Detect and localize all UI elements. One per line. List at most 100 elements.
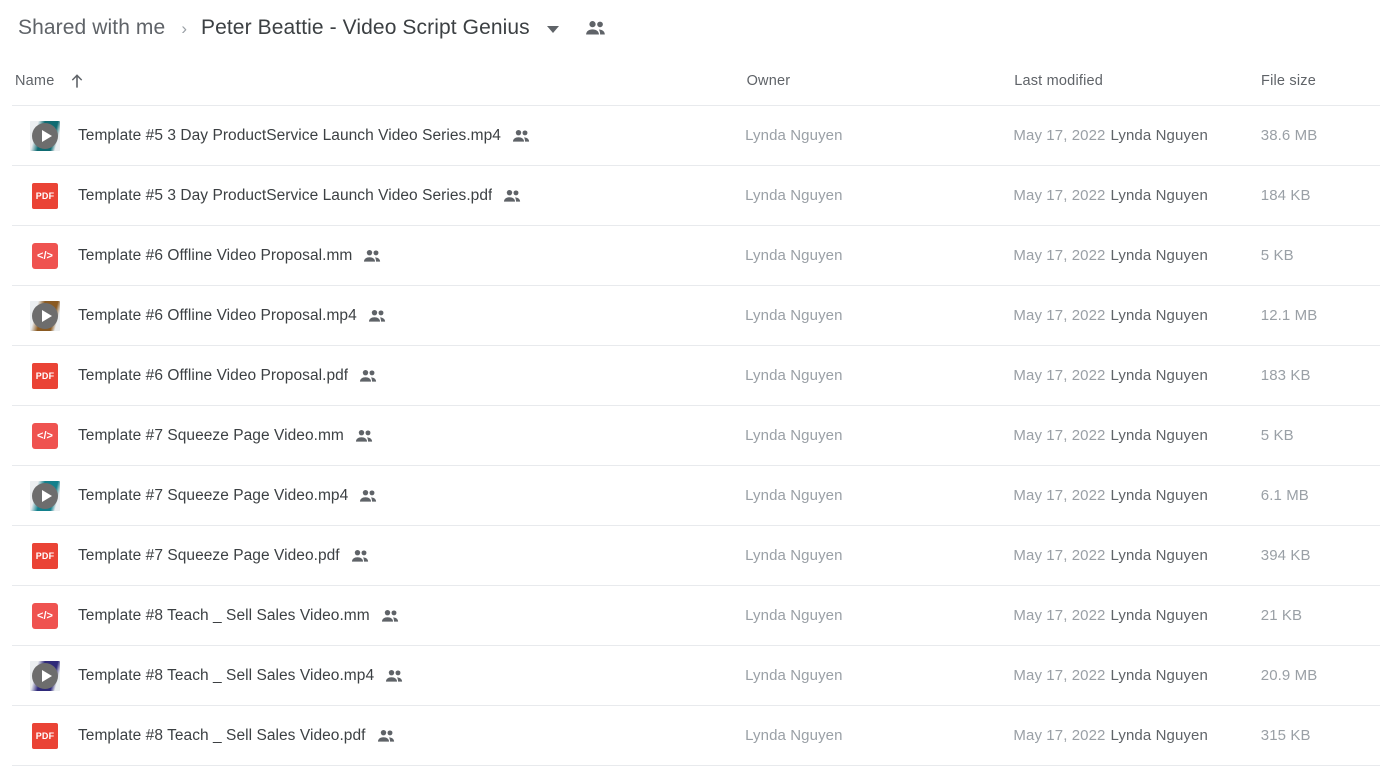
file-name-label: Template #6 Offline Video Proposal.mm	[78, 246, 353, 264]
file-owner-cell: Lynda Nguyen	[745, 247, 843, 264]
video-file-icon	[30, 300, 60, 331]
file-modified-date: May 17, 2022	[1013, 607, 1106, 624]
shared-people-icon	[355, 429, 374, 443]
breadcrumb: Shared with me › Peter Beattie - Video S…	[0, 0, 1388, 56]
file-name-cell[interactable]: </> Template #7 Squeeze Page Video.mm	[12, 422, 745, 449]
file-modified-date: May 17, 2022	[1013, 187, 1106, 204]
file-modified-date: May 17, 2022	[1013, 727, 1106, 744]
pdf-file-icon: PDF	[32, 722, 58, 749]
shared-people-icon	[503, 189, 522, 203]
file-size-cell: 315 KB	[1260, 727, 1311, 744]
file-name-label: Template #7 Squeeze Page Video.mp4	[78, 486, 349, 504]
file-size-cell: 20.9 MB	[1260, 667, 1318, 684]
code-file-icon-label: </>	[37, 429, 53, 442]
file-size-cell: 6.1 MB	[1260, 487, 1309, 504]
table-row[interactable]: PDF Template #8 Teach _ Sell Sales Video.…	[12, 706, 1380, 766]
pdf-file-icon-label: PDF	[35, 190, 55, 201]
pdf-file-icon: PDF	[32, 362, 58, 389]
file-last-modified-cell: May 17, 2022 Lynda Nguyen	[1013, 427, 1260, 444]
table-row[interactable]: </> Template #6 Offline Video Proposal.mm…	[12, 226, 1380, 286]
column-header-name-label: Name	[15, 72, 55, 89]
file-modified-by: Lynda Nguyen	[1110, 127, 1208, 144]
file-modified-by: Lynda Nguyen	[1110, 727, 1208, 744]
file-modified-by: Lynda Nguyen	[1110, 607, 1208, 624]
file-name-cell[interactable]: Template #5 3 Day ProductService Launch …	[12, 120, 745, 151]
file-size-cell: 394 KB	[1260, 547, 1311, 564]
table-row[interactable]: </> Template #7 Squeeze Page Video.mm Lynd…	[12, 406, 1380, 466]
file-name-cell[interactable]: </> Template #8 Teach _ Sell Sales Video.…	[12, 602, 745, 629]
file-owner-cell: Lynda Nguyen	[745, 187, 843, 204]
file-name-label: Template #6 Offline Video Proposal.pdf	[78, 366, 349, 384]
breadcrumb-root-link[interactable]: Shared with me	[18, 16, 165, 40]
file-modified-date: May 17, 2022	[1013, 307, 1106, 324]
file-modified-date: May 17, 2022	[1013, 247, 1106, 264]
shared-people-icon	[363, 249, 382, 263]
column-header-last-modified[interactable]: Last modified	[1014, 73, 1261, 89]
file-list: Template #5 3 Day ProductService Launch …	[0, 106, 1388, 766]
pdf-file-icon-label: PDF	[35, 550, 55, 561]
arrow-up-icon[interactable]	[70, 73, 84, 89]
file-modified-by: Lynda Nguyen	[1110, 547, 1208, 564]
file-modified-by: Lynda Nguyen	[1110, 247, 1208, 264]
breadcrumb-current-folder[interactable]: Peter Beattie - Video Script Genius	[201, 16, 530, 40]
file-owner-cell: Lynda Nguyen	[745, 307, 843, 324]
breadcrumb-separator-icon: ›	[181, 18, 187, 38]
file-owner-cell: Lynda Nguyen	[745, 427, 843, 444]
file-owner-cell: Lynda Nguyen	[745, 127, 843, 144]
table-row[interactable]: </> Template #8 Teach _ Sell Sales Video.…	[12, 586, 1380, 646]
file-size-cell: 183 KB	[1260, 367, 1311, 384]
video-file-icon	[30, 660, 60, 691]
file-name-label: Template #6 Offline Video Proposal.mp4	[78, 306, 357, 324]
file-name-cell[interactable]: Template #6 Offline Video Proposal.mp4	[12, 300, 745, 331]
shared-people-icon	[381, 609, 400, 623]
code-file-icon: </>	[32, 422, 58, 449]
table-row[interactable]: Template #5 3 Day ProductService Launch …	[12, 106, 1380, 166]
file-name-cell[interactable]: Template #8 Teach _ Sell Sales Video.mp4	[12, 660, 745, 691]
file-name-label: Template #5 3 Day ProductService Launch …	[78, 186, 493, 204]
code-file-icon: </>	[32, 602, 58, 629]
file-owner-cell: Lynda Nguyen	[745, 547, 843, 564]
file-owner-cell: Lynda Nguyen	[745, 367, 843, 384]
file-owner-cell: Lynda Nguyen	[745, 727, 843, 744]
shared-people-icon	[385, 669, 404, 683]
file-name-cell[interactable]: Template #7 Squeeze Page Video.mp4	[12, 480, 745, 511]
file-name-cell[interactable]: PDF Template #7 Squeeze Page Video.pdf	[12, 542, 745, 569]
file-name-cell[interactable]: </> Template #6 Offline Video Proposal.mm	[12, 242, 745, 269]
chevron-down-icon[interactable]	[546, 26, 559, 33]
file-modified-date: May 17, 2022	[1013, 427, 1106, 444]
file-name-cell[interactable]: PDF Template #8 Teach _ Sell Sales Video.…	[12, 722, 745, 749]
column-header-owner[interactable]: Owner	[747, 73, 1015, 89]
file-name-label: Template #5 3 Day ProductService Launch …	[78, 126, 501, 144]
file-size-cell: 5 KB	[1260, 427, 1294, 444]
file-modified-by: Lynda Nguyen	[1110, 367, 1208, 384]
file-name-label: Template #7 Squeeze Page Video.mm	[78, 426, 344, 444]
file-modified-by: Lynda Nguyen	[1110, 487, 1208, 504]
file-last-modified-cell: May 17, 2022 Lynda Nguyen	[1013, 367, 1260, 384]
table-row[interactable]: PDF Template #6 Offline Video Proposal.pd…	[12, 346, 1380, 406]
column-header-name[interactable]: Name	[12, 73, 747, 89]
table-header-row: Name Owner Last modified File size	[12, 56, 1380, 106]
pdf-file-icon-label: PDF	[35, 370, 55, 381]
file-modified-date: May 17, 2022	[1013, 487, 1106, 504]
column-header-file-size[interactable]: File size	[1261, 73, 1380, 89]
table-row[interactable]: Template #8 Teach _ Sell Sales Video.mp4…	[12, 646, 1380, 706]
file-name-cell[interactable]: PDF Template #6 Offline Video Proposal.pd…	[12, 362, 745, 389]
file-last-modified-cell: May 17, 2022 Lynda Nguyen	[1013, 127, 1260, 144]
table-row[interactable]: PDF Template #5 3 Day ProductService Laun…	[12, 166, 1380, 226]
code-file-icon-label: </>	[37, 249, 53, 262]
file-owner-cell: Lynda Nguyen	[745, 667, 843, 684]
file-name-label: Template #7 Squeeze Page Video.pdf	[78, 546, 340, 564]
file-modified-date: May 17, 2022	[1013, 547, 1106, 564]
shared-people-icon	[359, 489, 378, 503]
video-file-icon	[30, 120, 60, 151]
file-modified-by: Lynda Nguyen	[1110, 667, 1208, 684]
column-header-last-modified-label: Last modified	[1014, 72, 1104, 89]
table-row[interactable]: Template #7 Squeeze Page Video.mp4 Lynda …	[12, 466, 1380, 526]
file-owner-cell: Lynda Nguyen	[745, 487, 843, 504]
table-row[interactable]: Template #6 Offline Video Proposal.mp4 Ly…	[12, 286, 1380, 346]
code-file-icon-label: </>	[37, 609, 53, 622]
file-owner-cell: Lynda Nguyen	[745, 607, 843, 624]
table-row[interactable]: PDF Template #7 Squeeze Page Video.pdf Lyn…	[12, 526, 1380, 586]
people-shared-icon[interactable]	[585, 20, 607, 36]
file-name-cell[interactable]: PDF Template #5 3 Day ProductService Laun…	[12, 182, 745, 209]
